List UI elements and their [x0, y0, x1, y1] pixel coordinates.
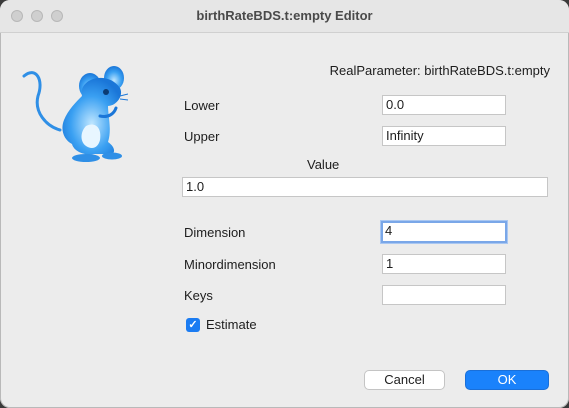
ok-button[interactable]: OK	[465, 370, 549, 390]
dimension-input[interactable]: 4	[381, 221, 507, 243]
value-label: Value	[307, 157, 340, 172]
checkmark-icon: ✓	[188, 319, 198, 331]
estimate-label: Estimate	[206, 317, 257, 332]
upper-label: Upper	[184, 129, 220, 144]
value-input[interactable]: 1.0	[182, 177, 548, 197]
beast-mouse-logo-icon	[22, 66, 128, 162]
minordimension-label: Minordimension	[184, 257, 276, 272]
minordimension-input[interactable]: 1	[382, 254, 506, 274]
dimension-label: Dimension	[184, 225, 246, 240]
title-bar: birthRateBDS.t:empty Editor	[0, 0, 569, 33]
cancel-button[interactable]: Cancel	[364, 370, 445, 390]
upper-input[interactable]: Infinity	[382, 126, 506, 146]
lower-input[interactable]: 0.0	[382, 95, 506, 115]
lower-label: Lower	[184, 98, 220, 113]
estimate-checkbox[interactable]: ✓	[186, 318, 200, 332]
editor-window: birthRateBDS.t:empty Editor RealParamete…	[0, 0, 569, 408]
window-title: birthRateBDS.t:empty Editor	[196, 8, 373, 23]
keys-input[interactable]	[382, 285, 506, 305]
keys-label: Keys	[184, 288, 213, 303]
parameter-label: RealParameter: birthRateBDS.t:empty	[329, 63, 550, 78]
